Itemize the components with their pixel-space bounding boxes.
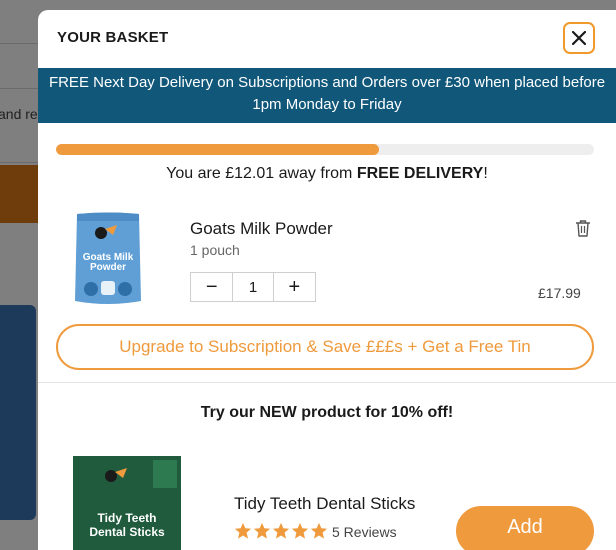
recommended-product-name[interactable]: Tidy Teeth Dental Sticks bbox=[234, 494, 415, 514]
section-divider bbox=[38, 382, 616, 383]
promo-heading: Try our NEW product for 10% off! bbox=[200, 404, 454, 421]
delivery-progress-bar bbox=[56, 144, 594, 155]
trash-icon[interactable] bbox=[575, 219, 591, 237]
svg-text:Tidy Teeth: Tidy Teeth bbox=[98, 511, 157, 525]
close-button[interactable] bbox=[563, 22, 595, 54]
background-divider bbox=[0, 43, 40, 44]
free-delivery-prefix: You are £12.01 away from bbox=[166, 165, 357, 182]
increase-quantity-button[interactable]: + bbox=[274, 273, 315, 301]
star-icon bbox=[310, 522, 328, 539]
decrease-quantity-button[interactable]: − bbox=[191, 273, 232, 301]
basket-item: Goats Milk Powder Goats Milk Powder 1 po… bbox=[38, 205, 616, 315]
item-name[interactable]: Goats Milk Powder bbox=[190, 219, 333, 239]
svg-text:Powder: Powder bbox=[90, 262, 126, 273]
quantity-value[interactable]: 1 bbox=[232, 273, 274, 301]
star-icon bbox=[272, 522, 290, 539]
star-icon bbox=[253, 522, 271, 539]
background-text: and re bbox=[0, 106, 38, 122]
free-delivery-message: You are £12.01 away from FREE DELIVERY! bbox=[38, 165, 616, 183]
basket-header: YOUR BASKET bbox=[38, 10, 616, 68]
item-variant: 1 pouch bbox=[190, 242, 240, 258]
background-divider bbox=[0, 162, 40, 163]
background-divider bbox=[0, 88, 40, 89]
close-icon bbox=[572, 31, 586, 45]
free-delivery-highlight: FREE DELIVERY bbox=[356, 165, 484, 182]
svg-text:Dental Sticks: Dental Sticks bbox=[89, 525, 165, 539]
star-icon bbox=[234, 522, 252, 539]
recommended-product: Tidy Teeth Dental Sticks Tidy Teeth Dent… bbox=[38, 450, 616, 550]
basket-drawer: YOUR BASKET FREE Next Day Delivery on Su… bbox=[38, 10, 616, 550]
background-product-image bbox=[0, 305, 36, 520]
basket-title: YOUR BASKET bbox=[57, 29, 169, 46]
item-price: £17.99 bbox=[538, 285, 581, 301]
delivery-banner: FREE Next Day Delivery on Subscriptions … bbox=[38, 68, 616, 123]
star-rating bbox=[234, 522, 328, 540]
star-icon bbox=[291, 522, 309, 539]
goats-milk-powder-image: Goats Milk Powder bbox=[75, 212, 141, 304]
background-banner bbox=[0, 165, 40, 223]
add-to-basket-button[interactable]: Add bbox=[456, 506, 594, 550]
free-delivery-suffix: ! bbox=[483, 165, 488, 182]
delivery-progress-fill bbox=[56, 144, 379, 155]
upgrade-subscription-button[interactable]: Upgrade to Subscription & Save £££s + Ge… bbox=[56, 324, 594, 370]
tidy-teeth-dental-sticks-image: Tidy Teeth Dental Sticks bbox=[73, 456, 181, 550]
quantity-stepper: − 1 + bbox=[190, 272, 316, 302]
